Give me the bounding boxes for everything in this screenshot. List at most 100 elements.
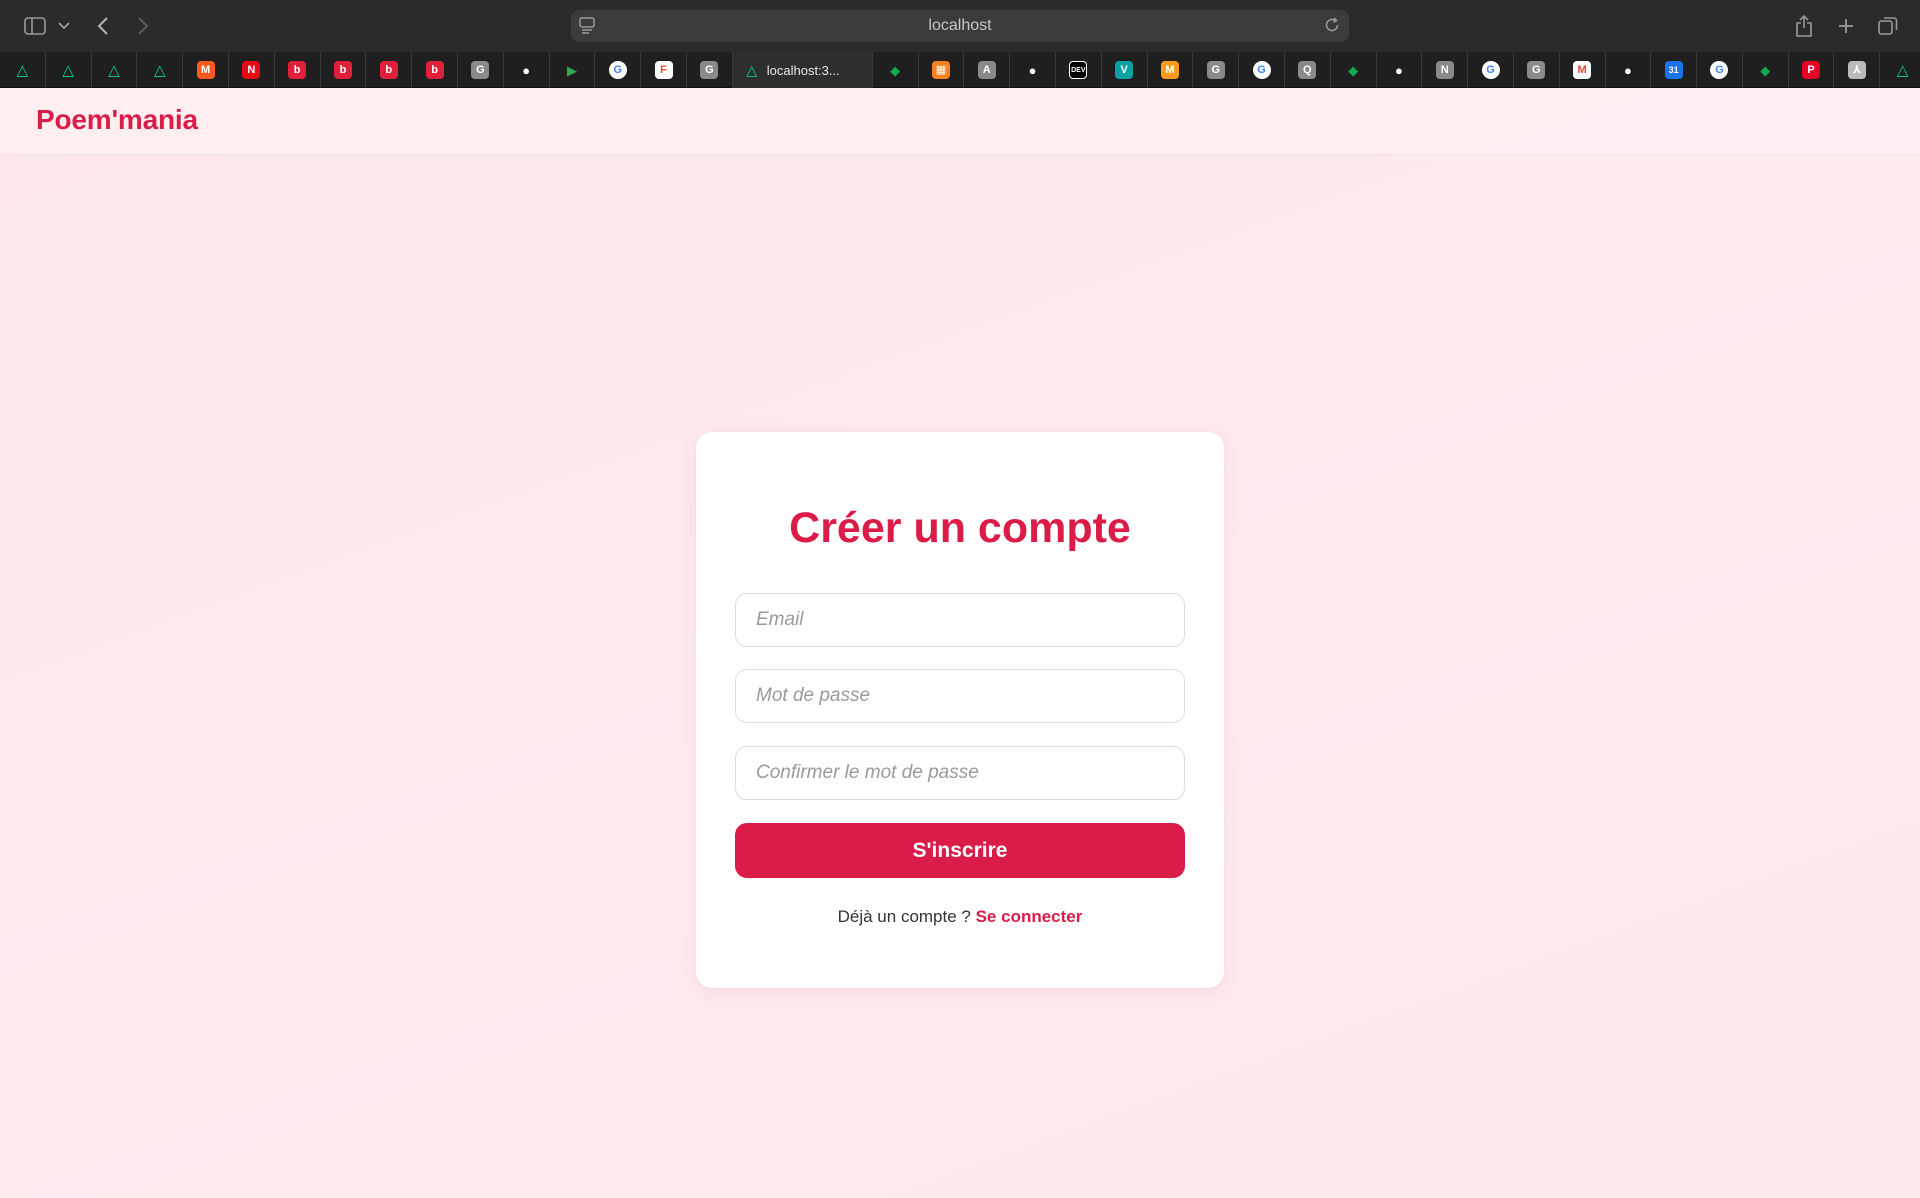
browser-tab[interactable]: G — [1697, 52, 1743, 88]
nuxt-icon: △ — [154, 61, 166, 79]
tab-active[interactable]: △ localhost:3... — [732, 52, 873, 88]
address-bar[interactable]: localhost — [571, 10, 1349, 42]
share-icon[interactable] — [1792, 12, 1816, 40]
q-letter-icon: Q — [1298, 61, 1317, 79]
browser-tab[interactable]: G — [1193, 52, 1240, 88]
github-icon: ● — [522, 62, 531, 78]
chevron-down-icon[interactable] — [56, 12, 72, 40]
nuxt-icon: △ — [746, 62, 758, 78]
browser-tab[interactable]: b — [275, 52, 321, 88]
browser-toolbar: localhost — [0, 0, 1920, 52]
n-letter-icon: N — [1435, 61, 1454, 79]
page-menu-icon[interactable] — [579, 17, 595, 40]
g-letter-icon: G — [1527, 61, 1546, 79]
browser-tab[interactable]: G — [1468, 52, 1514, 88]
signup-card: Créer un compte S'inscrire Déjà un compt… — [696, 432, 1224, 988]
back-icon[interactable] — [92, 12, 114, 40]
browser-tab[interactable]: △ — [46, 52, 92, 88]
browser-tab[interactable]: P — [1789, 52, 1835, 88]
mongodb-icon: ◆ — [1760, 62, 1771, 78]
b-icon: b — [379, 61, 398, 79]
browser-tab[interactable]: ◆ — [1331, 52, 1377, 88]
sidebar-toggle-icon[interactable] — [22, 12, 48, 40]
new-tab-icon[interactable] — [1834, 12, 1858, 40]
github-icon: ● — [1394, 62, 1403, 78]
browser-tab[interactable]: M — [1148, 52, 1194, 88]
orange-app-icon: ▦ — [931, 61, 950, 79]
browser-tab[interactable]: △ — [0, 52, 46, 88]
browser-tab[interactable]: M — [1560, 52, 1606, 88]
b-icon: b — [425, 61, 444, 79]
browser-tab[interactable]: A — [964, 52, 1011, 88]
browser-tab[interactable]: 31 — [1651, 52, 1698, 88]
github-icon: ● — [1028, 62, 1037, 78]
browser-tab[interactable]: N — [229, 52, 275, 88]
m-logo-icon: M — [1160, 61, 1179, 79]
browser-tab[interactable]: G — [595, 52, 642, 88]
browser-tab[interactable]: V — [1102, 52, 1148, 88]
browser-tab[interactable]: DEV — [1056, 52, 1102, 88]
acrobat-icon: ⅄ — [1847, 61, 1866, 79]
browser-tab[interactable]: b — [321, 52, 367, 88]
b-icon: b — [333, 61, 352, 79]
browser-tab[interactable]: ▶ — [550, 52, 596, 88]
v-icon: V — [1115, 61, 1134, 79]
browser-tab[interactable]: △ — [92, 52, 138, 88]
login-link[interactable]: Se connecter — [976, 907, 1083, 926]
password-field[interactable] — [735, 669, 1185, 723]
browser-tab[interactable]: b — [412, 52, 458, 88]
calendar-icon: 31 — [1664, 61, 1683, 79]
browser-tab[interactable]: ● — [504, 52, 550, 88]
email-field[interactable] — [735, 593, 1185, 647]
g-letter-icon: G — [700, 61, 719, 79]
browser-tab[interactable]: Q — [1285, 52, 1331, 88]
b-icon: b — [288, 61, 307, 79]
browser-tab[interactable]: ▦ — [919, 52, 965, 88]
google-icon: G — [1481, 61, 1500, 79]
google-icon: G — [608, 61, 627, 79]
browser-tab[interactable]: ⅄ — [1834, 52, 1881, 88]
browser-tab[interactable]: △ — [1880, 52, 1920, 88]
browser-tab[interactable]: ● — [1377, 52, 1423, 88]
browser-tab[interactable]: G — [1514, 52, 1560, 88]
login-prompt-text: Déjà un compte ? — [837, 907, 976, 926]
browser-tab[interactable]: ◆ — [873, 52, 919, 88]
browser-tab[interactable]: △ — [137, 52, 184, 88]
page-title: Créer un compte — [789, 504, 1131, 552]
confirm-password-field[interactable] — [735, 746, 1185, 800]
nuxt-icon: △ — [108, 61, 120, 79]
brand-logo[interactable]: Poem'mania — [36, 104, 198, 136]
g-letter-icon: G — [1206, 61, 1225, 79]
nuxt-icon: △ — [62, 61, 74, 79]
tab-title: localhost:3... — [766, 62, 840, 78]
browser-tab[interactable]: b — [366, 52, 413, 88]
m-logo-icon: M — [196, 61, 215, 79]
tab-overview-icon[interactable] — [1876, 12, 1900, 40]
a-letter-icon: A — [977, 61, 996, 79]
browser-tab[interactable]: G — [687, 52, 733, 88]
gmail-icon: M — [1573, 61, 1592, 79]
forward-icon[interactable] — [132, 12, 154, 40]
nuxt-icon: △ — [1896, 61, 1909, 79]
browser-tab[interactable]: ◆ — [1743, 52, 1789, 88]
browser-tab[interactable]: ● — [1010, 52, 1056, 88]
reload-icon[interactable] — [1323, 16, 1341, 39]
browser-tab[interactable]: F — [641, 52, 687, 88]
app-header: Poem'mania — [0, 88, 1920, 154]
dev-icon: DEV — [1069, 61, 1088, 79]
pinterest-icon: P — [1802, 61, 1821, 79]
figma-icon: F — [654, 61, 673, 79]
browser-tab[interactable]: G — [458, 52, 504, 88]
mongodb-icon: ◆ — [890, 62, 901, 78]
nuxt-icon: △ — [16, 61, 29, 79]
google-icon: G — [1252, 61, 1271, 79]
browser-tab[interactable]: G — [1239, 52, 1285, 88]
signup-button[interactable]: S'inscrire — [735, 823, 1185, 878]
address-text: localhost — [928, 17, 992, 34]
mongodb-icon: ◆ — [1348, 62, 1359, 78]
browser-tab[interactable]: M — [183, 52, 229, 88]
login-prompt-line: Déjà un compte ? Se connecter — [696, 907, 1224, 927]
browser-tab[interactable]: ● — [1606, 52, 1652, 88]
page: Poem'mania Créer un compte S'inscrire Dé… — [0, 88, 1920, 1198]
browser-tab[interactable]: N — [1422, 52, 1469, 88]
